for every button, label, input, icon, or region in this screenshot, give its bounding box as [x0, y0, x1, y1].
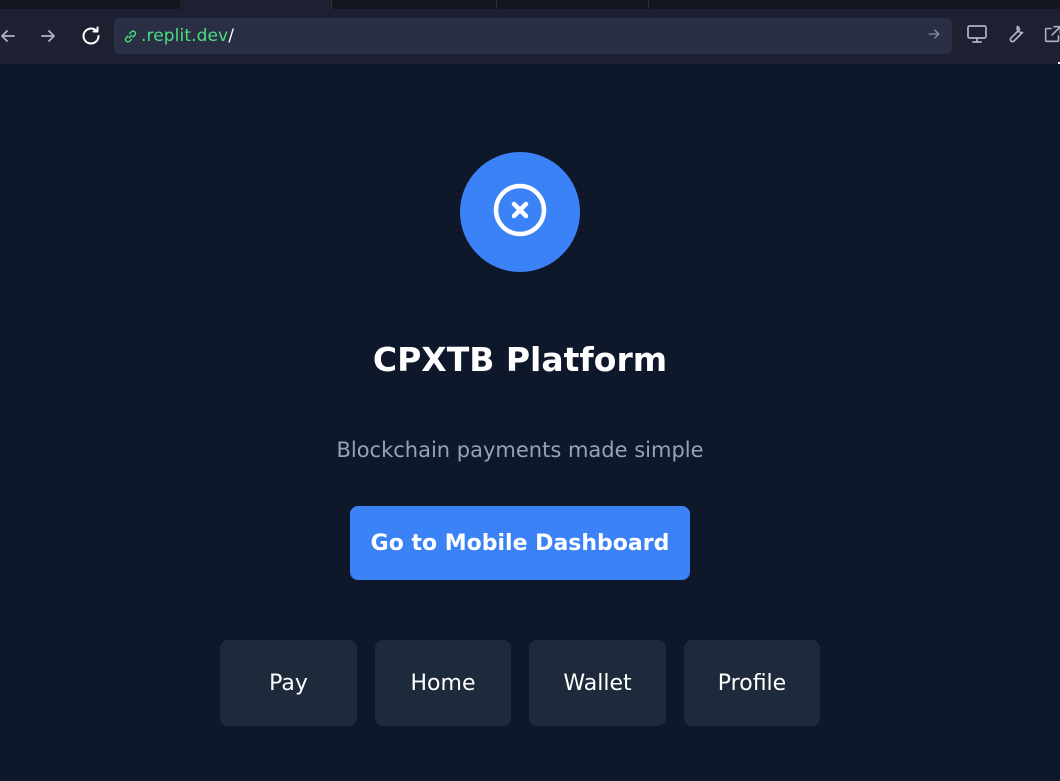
browser-tab[interactable] [331, 0, 497, 9]
url-text[interactable]: .replit.dev/ [141, 26, 234, 46]
nav-tiles: Pay Home Wallet Profile [220, 640, 820, 726]
url-domain: .replit.dev [141, 26, 229, 46]
address-bar[interactable]: .replit.dev/ [114, 18, 952, 54]
reload-button[interactable] [77, 20, 105, 52]
arrow-right-icon [926, 26, 942, 46]
mobile-dashboard-button[interactable]: Go to Mobile Dashboard [350, 506, 690, 580]
page-subtitle: Blockchain payments made simple [336, 438, 704, 462]
devices-button[interactable] [962, 20, 992, 52]
link-icon [121, 27, 139, 45]
forward-button[interactable] [34, 20, 62, 52]
open-external-icon [1042, 23, 1060, 49]
devtools-button[interactable] [1000, 20, 1030, 52]
tile-profile[interactable]: Profile [684, 640, 820, 726]
monitor-icon [965, 22, 989, 50]
browser-toolbar: .replit.dev/ [0, 0, 1060, 65]
back-button[interactable] [0, 20, 22, 52]
tile-pay[interactable]: Pay [220, 640, 357, 726]
browser-tab[interactable] [0, 0, 181, 9]
page-title: CPXTB Platform [372, 340, 668, 379]
tile-wallet[interactable]: Wallet [529, 640, 666, 726]
tab-strip [0, 0, 1060, 9]
browser-tab[interactable] [496, 0, 649, 9]
logo [460, 152, 580, 272]
tile-home[interactable]: Home [375, 640, 511, 726]
go-button[interactable] [924, 26, 944, 46]
browser-tab-active[interactable] [180, 0, 332, 9]
page-content: CPXTB Platform Blockchain payments made … [0, 64, 1060, 781]
url-path: / [228, 26, 235, 46]
arrow-right-icon [38, 26, 58, 46]
open-external-button[interactable] [1038, 20, 1060, 52]
circle-x-icon [490, 180, 550, 244]
reload-icon [79, 24, 103, 48]
arrow-left-icon [0, 26, 18, 46]
wrench-icon [1003, 22, 1027, 50]
